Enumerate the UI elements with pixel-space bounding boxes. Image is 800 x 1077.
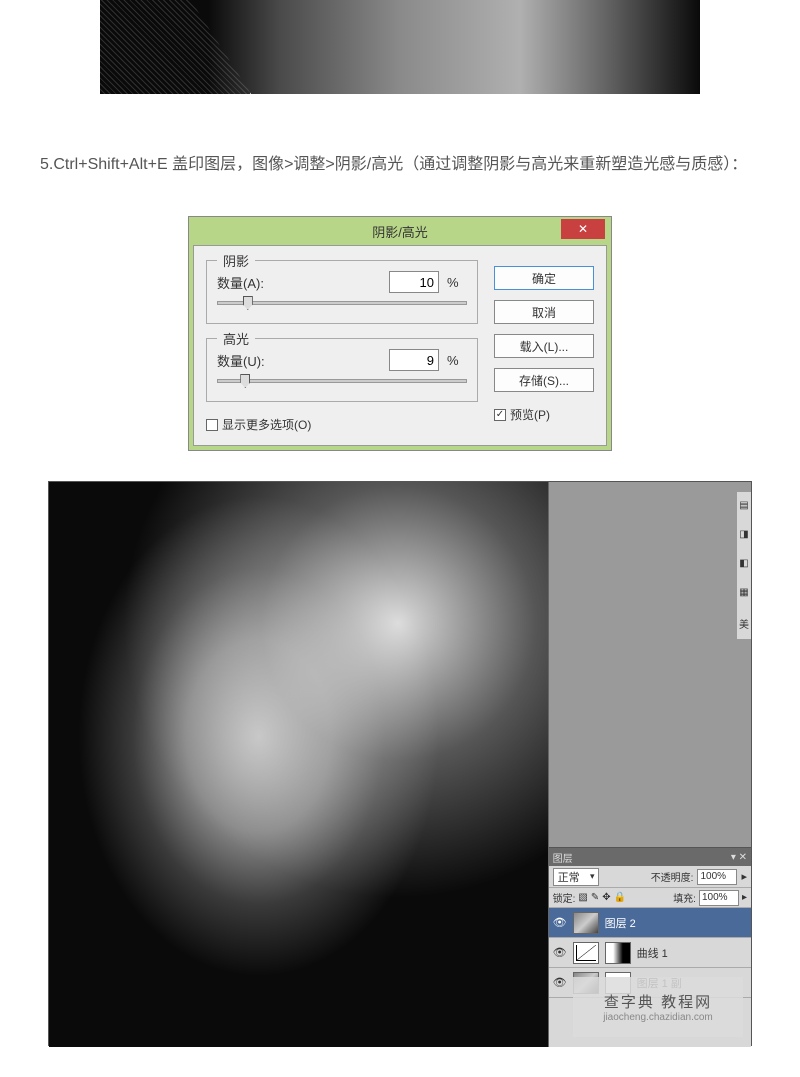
visibility-icon[interactable]: 👁 [553,946,567,959]
cropped-portrait-image [100,0,700,94]
slider-thumb[interactable] [243,296,253,310]
portrait-canvas [49,482,548,1047]
save-button[interactable]: 存储(S)... [494,368,594,392]
panel-label[interactable]: 美 [739,616,749,631]
amount-a-label: 数量(A): [217,273,277,292]
percent-label: % [447,275,467,290]
panel-menu-icon[interactable]: ▾ ✕ [731,852,747,863]
lock-pixels-icon[interactable]: ✎ [591,892,599,903]
opacity-label: 不透明度: [651,869,694,884]
watermark-title: 查字典 教程网 [604,991,712,1012]
collapsed-panel-strip: ▤ ◨ ◧ ▦ 美 [737,492,751,639]
opacity-field[interactable]: 100% [697,869,737,885]
amount-u-input[interactable] [389,349,439,371]
visibility-icon[interactable]: 👁 [553,976,567,989]
layer-item-layer2[interactable]: 👁 图层 2 [549,908,751,938]
ok-button[interactable]: 确定 [494,266,594,290]
lock-label: 锁定: [553,890,576,905]
panel-icon[interactable]: ▤ [739,500,748,511]
watermark: 查字典 教程网 jiaocheng.chazidian.com [573,977,743,1037]
watermark-url: jiaocheng.chazidian.com [603,1012,713,1023]
lock-position-icon[interactable]: ✥ [602,892,610,903]
lock-all-icon[interactable]: 🔒 [614,892,626,903]
photoshop-right-panel: ▤ ◨ ◧ ▦ 美 图层 ▾ ✕ 正常 不透明度: 100% ▸ 锁定: [548,482,751,1047]
layer-name: 图层 2 [605,915,636,931]
mask-thumbnail [605,942,631,964]
fill-arrow-icon[interactable]: ▸ [742,892,747,903]
shadow-slider[interactable] [217,301,467,305]
layers-tab[interactable]: 图层 [553,850,573,865]
show-more-checkbox[interactable] [206,419,218,431]
close-icon: ✕ [578,222,588,236]
layer-thumbnail [573,912,599,934]
preview-label: 预览(P) [510,406,550,423]
adjustment-thumbnail [573,942,599,964]
panel-icon[interactable]: ▦ [739,587,748,598]
lock-transparent-icon[interactable]: ▧ [578,892,587,903]
shadow-legend: 阴影 [217,251,255,270]
highlight-legend: 高光 [217,329,255,348]
preview-checkbox[interactable]: ✓ [494,409,506,421]
dialog-title-text: 阴影/高光 [372,222,428,241]
opacity-arrow-icon[interactable]: ▸ [741,870,747,883]
layer-item-curve1[interactable]: 👁 曲线 1 [549,938,751,968]
amount-a-input[interactable] [389,271,439,293]
blend-mode-dropdown[interactable]: 正常 [553,868,599,886]
step-5-text: 5.Ctrl+Shift+Alt+E 盖印图层，图像>调整>阴影/高光（通过调整… [40,149,760,181]
panel-icon[interactable]: ◧ [739,558,748,569]
shadow-fieldset: 阴影 数量(A): % [206,260,478,324]
shadow-highlight-dialog: 阴影/高光 ✕ 阴影 数量(A): % [188,216,612,451]
slider-thumb[interactable] [240,374,250,388]
highlight-slider[interactable] [217,379,467,383]
fill-field[interactable]: 100% [699,890,739,906]
fill-label: 填充: [673,890,696,905]
layer-name: 曲线 1 [637,945,668,961]
panel-icon[interactable]: ◨ [739,529,748,540]
photoshop-screenshot: ▤ ◨ ◧ ▦ 美 图层 ▾ ✕ 正常 不透明度: 100% ▸ 锁定: [48,481,752,1046]
highlight-fieldset: 高光 数量(U): % [206,338,478,402]
amount-u-label: 数量(U): [217,351,277,370]
dialog-close-button[interactable]: ✕ [561,219,605,239]
load-button[interactable]: 载入(L)... [494,334,594,358]
percent-label-2: % [447,353,467,368]
cancel-button[interactable]: 取消 [494,300,594,324]
visibility-icon[interactable]: 👁 [553,916,567,929]
show-more-label: 显示更多选项(O) [222,416,311,433]
dialog-titlebar: 阴影/高光 ✕ [189,217,611,245]
